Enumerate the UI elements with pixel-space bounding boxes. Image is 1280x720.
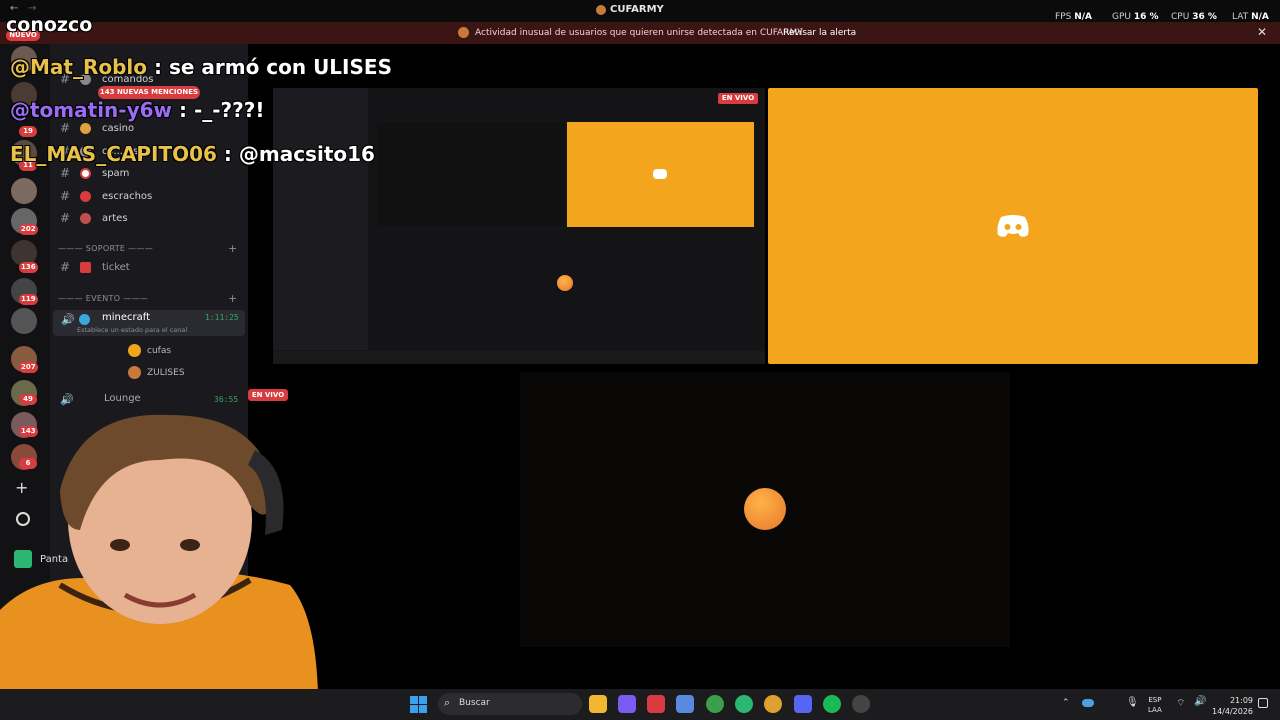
voice-user-cufas[interactable]: cufas [128,344,171,357]
channel-ticket[interactable]: # ticket [50,258,248,278]
chat-message: EL_MAS_CAPITO06 : @macsito16 [10,142,375,166]
voice-user-ulises[interactable]: ZULISES [128,366,185,379]
channel-casino[interactable]: # casino [50,119,248,139]
globe-icon [79,314,90,325]
file-explorer-icon[interactable] [589,695,607,713]
app-titlebar: ← → CUFARMY FPS N/A GPU 16 % CPU 36 % LA… [0,0,1280,22]
stream-tile-orange[interactable] [768,88,1258,364]
nested-taskbar [273,351,765,364]
voice-channel-minecraft[interactable]: 🔊 minecraft 1:11:25 Establece un estado … [53,310,245,336]
alert-text: Actividad inusual de usuarios que quiere… [475,28,803,38]
server-icon[interactable] [11,178,37,204]
microphone-icon[interactable]: 🎙 [1126,697,1139,708]
nested-sidebar [273,88,368,350]
discord-icon[interactable] [794,695,812,713]
app-icon[interactable] [618,695,636,713]
onedrive-icon[interactable] [1082,699,1094,707]
emoji-icon [557,275,573,291]
chat-message: @tomatin-y6w : -_-???! [10,98,265,122]
discord-icon [653,169,667,179]
server-icon [596,5,606,15]
voice-channel-lounge[interactable]: Lounge [104,393,141,404]
cpu-stat: CPU 36 % [1171,12,1217,22]
overlay-brand: conozco [6,14,93,36]
discord-icon [997,215,1029,237]
category-evento[interactable]: ——— EVENTO ——— [58,294,148,303]
unread-badge: 136 [19,262,38,273]
close-icon[interactable]: ✕ [1257,25,1267,39]
channel-artes[interactable]: # artes [50,209,248,229]
alert-banner: Actividad inusual de usuarios que quiere… [0,22,1280,44]
clock[interactable]: 21:09 14/4/2026 [1212,695,1253,717]
taskbar: ⌕ Buscar ⌃ 🎙 ESP LAA ⌔ 🔊 21:09 14/4/2026 [0,689,1280,720]
window-title: CUFARMY [610,4,664,15]
server-icon[interactable] [11,308,37,334]
chrome-icon[interactable] [706,695,724,713]
taskbar-search[interactable]: ⌕ Buscar [438,693,582,715]
whatsapp-icon[interactable] [735,695,753,713]
app-icon[interactable] [647,695,665,713]
unread-badge: 49 [19,394,37,405]
wifi-icon[interactable]: ⌔ [1176,697,1185,710]
language-indicator[interactable]: ESP LAA [1148,695,1162,715]
review-alert-link[interactable]: Revisar la alerta [783,28,856,38]
unread-badge: 19 [19,126,37,137]
app-icon[interactable] [852,695,870,713]
add-channel-icon[interactable]: + [228,292,237,305]
chat-message: @Mat_Roblo : se armó con ULISES [10,55,392,79]
back-arrow-icon[interactable]: ← [10,3,18,14]
nested-preview [377,122,565,226]
add-channel-icon[interactable]: + [228,242,237,255]
stream-tile-dark[interactable] [520,372,1010,647]
chrome-icon[interactable] [764,695,782,713]
volume-icon[interactable]: 🔊 [1194,696,1206,707]
speaker-icon: 🔊 [61,313,75,326]
windows-start-icon[interactable] [410,696,427,713]
emoji-icon [744,488,786,530]
unread-badge: 207 [19,362,38,373]
channel-escrachos[interactable]: # escrachos [50,187,248,207]
live-badge: EN VIVO [248,389,288,401]
category-soporte[interactable]: ——— SOPORTE ——— [58,244,153,253]
gpu-stat: GPU 16 % [1112,12,1159,22]
channel-spam[interactable]: # spam [50,164,248,184]
unread-badge: 119 [19,294,38,305]
shield-icon [458,27,469,38]
stream-preview-tile[interactable] [273,88,765,364]
fps-stat: FPS N/A [1055,12,1092,22]
notification-icon[interactable] [1258,698,1268,708]
unread-badge: 202 [19,224,38,235]
search-icon: ⌕ [444,696,451,709]
nested-orange-tile [567,122,754,227]
live-badge: EN VIVO [718,93,758,104]
chevron-up-icon[interactable]: ⌃ [1062,698,1070,708]
speaker-icon: 🔊 [60,393,74,406]
store-icon[interactable] [676,695,694,713]
webcam-feed [0,414,319,720]
lat-stat: LAT N/A [1232,12,1269,22]
forward-arrow-icon[interactable]: → [28,3,36,14]
spotify-icon[interactable] [823,695,841,713]
